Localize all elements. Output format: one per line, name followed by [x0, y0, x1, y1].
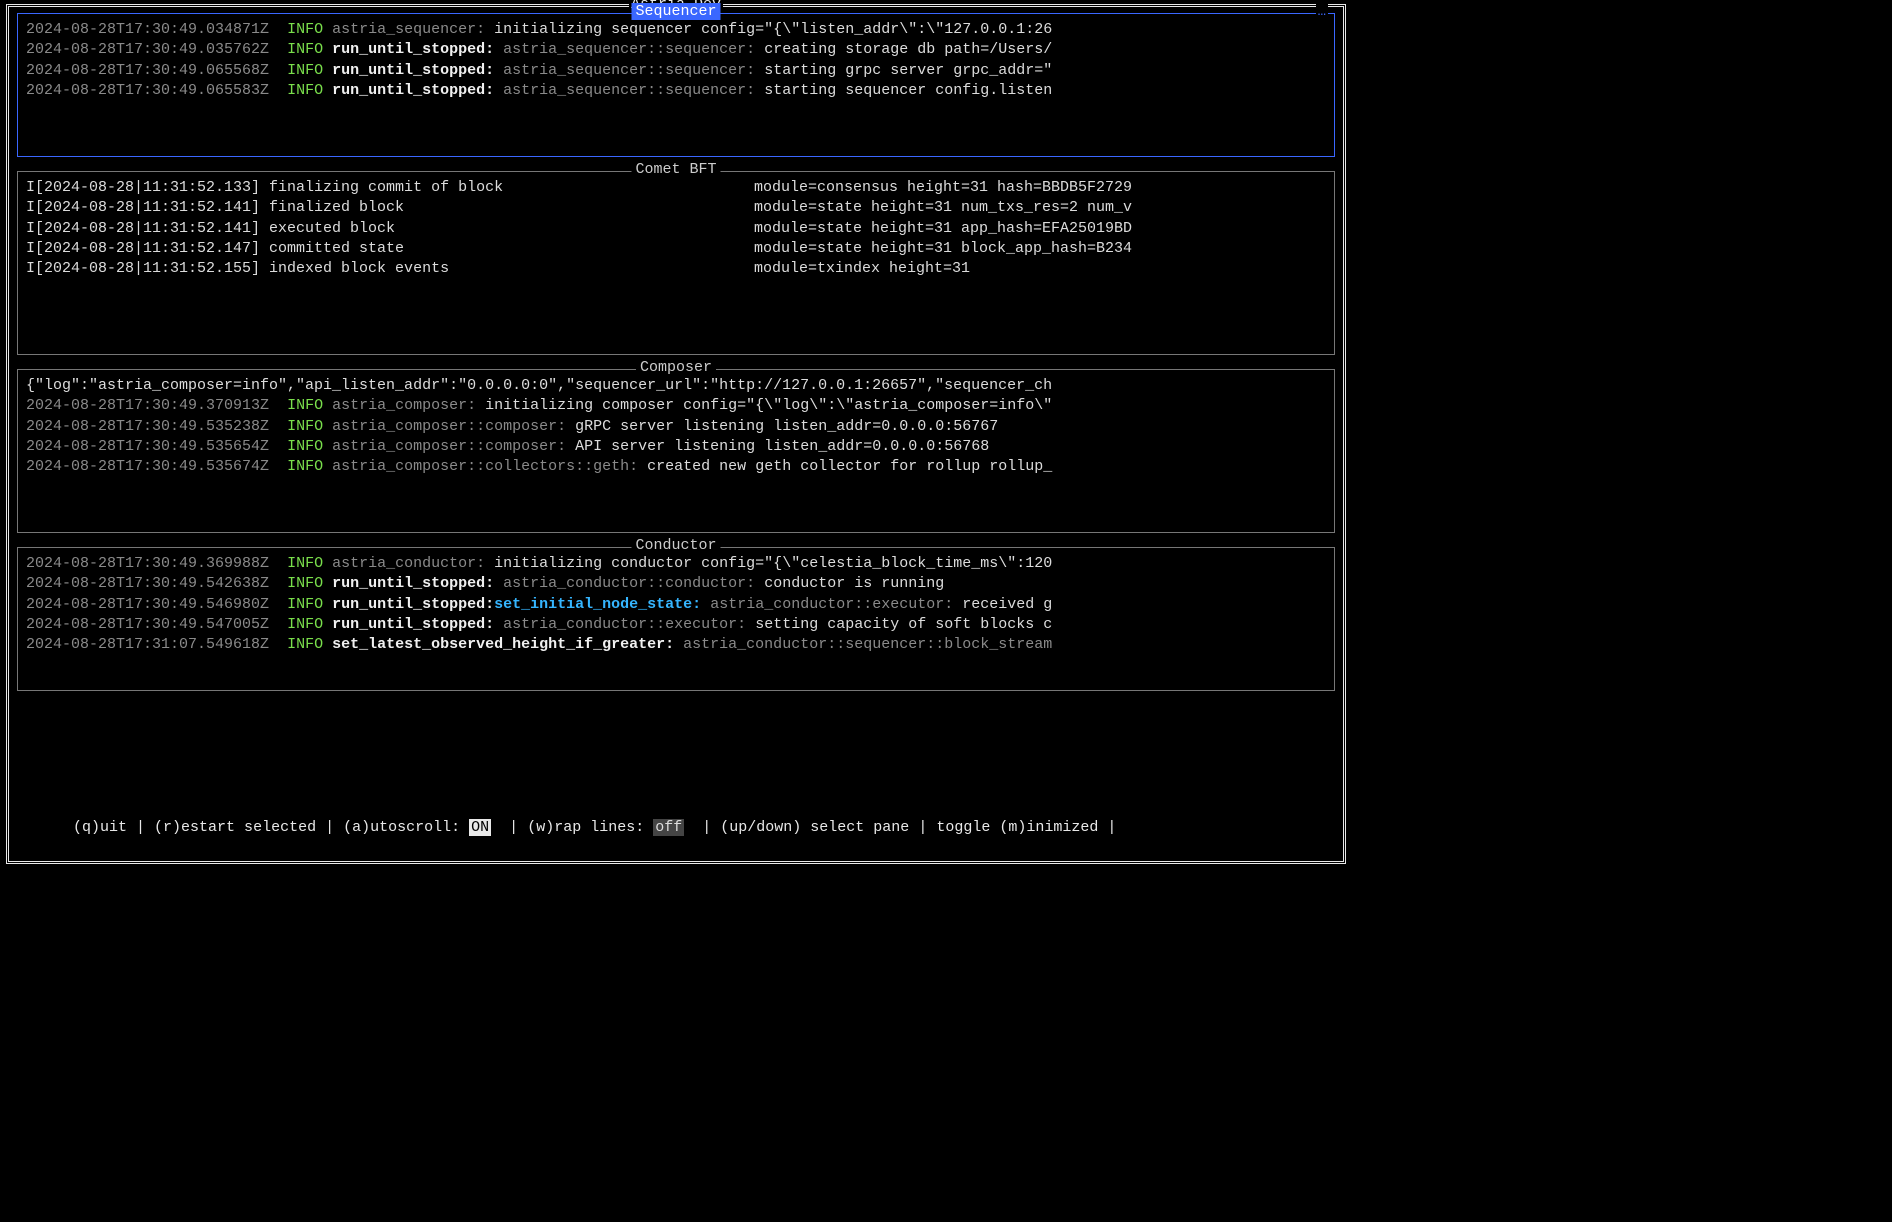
- log-line: 2024-08-28T17:30:49.034871Z INFO astria_…: [26, 20, 1326, 40]
- pane-composer[interactable]: Composer {"log":"astria_composer=info","…: [17, 369, 1335, 533]
- log-line: I[2024-08-28|11:31:52.155] indexed block…: [26, 259, 1326, 279]
- ellipsis-icon: …: [1316, 4, 1328, 20]
- footer-sep: |: [500, 819, 527, 836]
- log-line: 2024-08-28T17:30:49.369988Z INFO astria_…: [26, 554, 1326, 574]
- pane-sequencer-title: Sequencer: [631, 3, 720, 20]
- pane-sequencer-body: 2024-08-28T17:30:49.034871Z INFO astria_…: [26, 20, 1326, 150]
- log-line: 2024-08-28T17:30:49.035762Z INFO run_unt…: [26, 40, 1326, 60]
- log-line: 2024-08-28T17:30:49.535674Z INFO astria_…: [26, 457, 1326, 477]
- log-line: {"log":"astria_composer=info","api_liste…: [26, 376, 1326, 396]
- app-frame: Astria Dev Sequencer … 2024-08-28T17:30:…: [6, 4, 1346, 864]
- footer-sep: |: [909, 819, 936, 836]
- footer-quit[interactable]: (q)uit: [73, 819, 127, 836]
- pane-composer-body: {"log":"astria_composer=info","api_liste…: [26, 376, 1326, 526]
- pane-composer-title: Composer: [636, 359, 716, 376]
- log-line: 2024-08-28T17:30:49.370913Z INFO astria_…: [26, 396, 1326, 416]
- log-line: 2024-08-28T17:30:49.542638Z INFO run_unt…: [26, 574, 1326, 594]
- log-line: I[2024-08-28|11:31:52.141] executed bloc…: [26, 219, 1326, 239]
- log-line: 2024-08-28T17:30:49.535654Z INFO astria_…: [26, 437, 1326, 457]
- log-line: 2024-08-28T17:31:07.549618Z INFO set_lat…: [26, 635, 1326, 655]
- pane-comet-title: Comet BFT: [631, 161, 720, 178]
- log-line: 2024-08-28T17:30:49.547005Z INFO run_unt…: [26, 615, 1326, 635]
- footer-sep: |: [693, 819, 720, 836]
- footer-toggle[interactable]: toggle (m)inimized: [936, 819, 1098, 836]
- pane-conductor-title: Conductor: [631, 537, 720, 554]
- footer-sep: |: [1098, 819, 1125, 836]
- log-line: I[2024-08-28|11:31:52.133] finalizing co…: [26, 178, 1326, 198]
- pane-conductor-body: 2024-08-28T17:30:49.369988Z INFO astria_…: [26, 554, 1326, 684]
- log-line: I[2024-08-28|11:31:52.147] committed sta…: [26, 239, 1326, 259]
- log-line: I[2024-08-28|11:31:52.141] finalized blo…: [26, 198, 1326, 218]
- footer-bar: (q)uit | (r)estart selected | (a)utoscro…: [19, 802, 1333, 853]
- footer-select[interactable]: (up/down) select pane: [720, 819, 909, 836]
- pane-conductor[interactable]: Conductor 2024-08-28T17:30:49.369988Z IN…: [17, 547, 1335, 691]
- log-line: 2024-08-28T17:30:49.065583Z INFO run_unt…: [26, 81, 1326, 101]
- footer-wrap-label[interactable]: (w)rap lines:: [527, 819, 644, 836]
- log-line: 2024-08-28T17:30:49.535238Z INFO astria_…: [26, 417, 1326, 437]
- footer-wrap-value: off: [653, 819, 684, 836]
- pane-comet[interactable]: Comet BFT I[2024-08-28|11:31:52.133] fin…: [17, 171, 1335, 355]
- footer-autoscroll-label[interactable]: (a)utoscroll:: [343, 819, 460, 836]
- log-line: 2024-08-28T17:30:49.065568Z INFO run_unt…: [26, 61, 1326, 81]
- footer-autoscroll-value: ON: [469, 819, 491, 836]
- log-line: 2024-08-28T17:30:49.546980Z INFO run_unt…: [26, 595, 1326, 615]
- footer-sep: |: [127, 819, 154, 836]
- pane-comet-body: I[2024-08-28|11:31:52.133] finalizing co…: [26, 178, 1326, 348]
- footer-sep: |: [316, 819, 343, 836]
- pane-sequencer[interactable]: Sequencer … 2024-08-28T17:30:49.034871Z …: [17, 13, 1335, 157]
- footer-restart[interactable]: (r)estart selected: [154, 819, 316, 836]
